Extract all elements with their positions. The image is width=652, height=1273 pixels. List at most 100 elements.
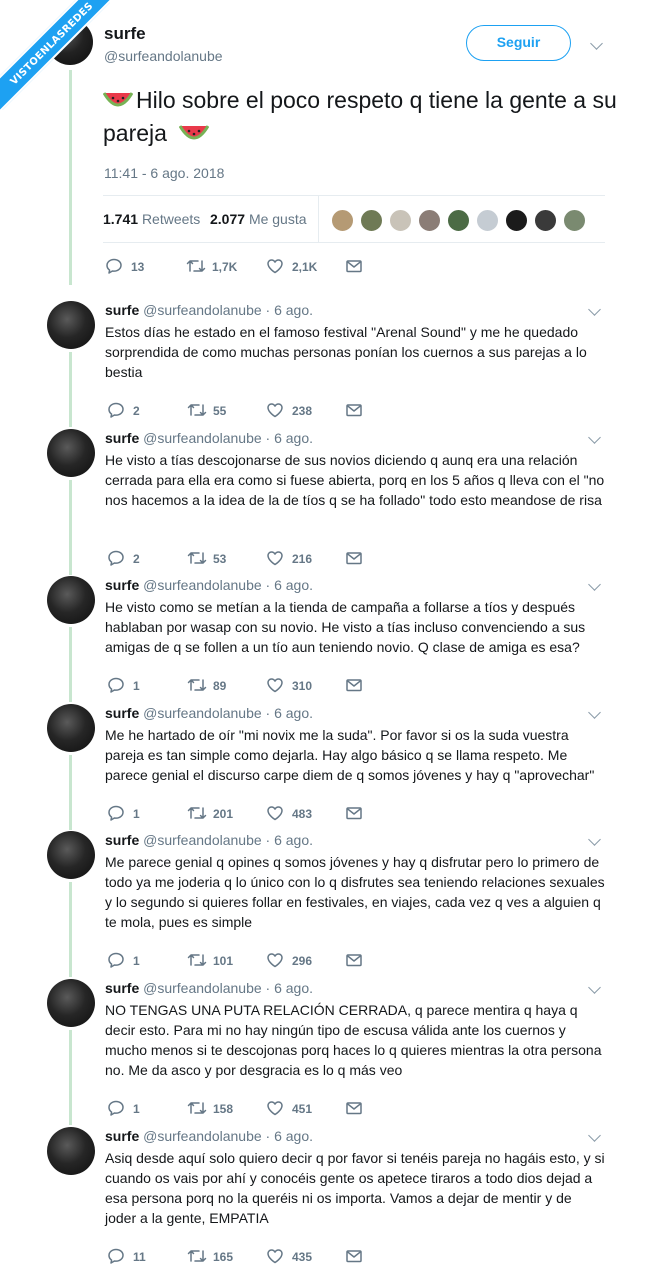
reply-icon xyxy=(106,258,122,274)
chevron-down-icon[interactable] xyxy=(588,706,601,719)
chevron-down-icon[interactable] xyxy=(588,981,601,994)
avatar[interactable] xyxy=(47,429,95,477)
envelope-icon xyxy=(346,404,362,417)
divider xyxy=(318,196,319,242)
likes-label: Me gusta xyxy=(248,211,307,227)
reply-header: surfe @surfeandolanube · 6 ago. xyxy=(105,1128,313,1144)
envelope-icon xyxy=(346,260,362,273)
reply-count: 2 xyxy=(133,404,140,418)
heart-icon xyxy=(267,403,283,418)
avatar[interactable] xyxy=(47,979,95,1027)
tweet-text: He visto a tías descojonarse de sus novi… xyxy=(105,452,605,508)
reply-count: 13 xyxy=(131,260,145,274)
retweet-icon xyxy=(187,404,207,416)
retweet-icon xyxy=(187,1250,207,1262)
like-count: 2,1K xyxy=(292,260,318,274)
thread-line xyxy=(69,882,72,977)
avatar[interactable] xyxy=(47,576,95,624)
like-count: 310 xyxy=(292,679,313,693)
reply-count: 1 xyxy=(133,679,140,693)
author-name[interactable]: surfe xyxy=(105,705,139,721)
author-meta[interactable]: @surfeandolanube · 6 ago. xyxy=(143,1128,313,1144)
retweet-icon xyxy=(187,954,207,966)
reply-icon xyxy=(108,677,124,693)
envelope-icon xyxy=(346,954,362,967)
reply-count: 1 xyxy=(133,807,140,821)
heart-icon xyxy=(267,1101,283,1116)
reply-header: surfe @surfeandolanube · 6 ago. xyxy=(105,832,313,848)
reply-count: 11 xyxy=(133,1250,146,1264)
like-count: 483 xyxy=(292,807,313,821)
author-meta[interactable]: @surfeandolanube · 6 ago. xyxy=(143,430,313,446)
avatar[interactable] xyxy=(331,209,354,232)
chevron-down-icon[interactable] xyxy=(588,431,601,444)
author-name[interactable]: surfe xyxy=(105,430,139,446)
author-name[interactable]: surfe xyxy=(105,1128,139,1144)
author-name[interactable]: surfe xyxy=(105,832,139,848)
like-count: 296 xyxy=(292,954,313,968)
avatar[interactable] xyxy=(47,1127,95,1175)
author-meta[interactable]: @surfeandolanube · 6 ago. xyxy=(143,980,313,996)
author-meta[interactable]: @surfeandolanube · 6 ago. xyxy=(143,302,313,318)
chevron-down-icon[interactable] xyxy=(588,578,601,591)
avatar[interactable] xyxy=(47,831,95,879)
avatar[interactable] xyxy=(360,209,383,232)
reply-count: 1 xyxy=(133,1102,140,1116)
like-count: 216 xyxy=(292,552,313,566)
reply-count: 2 xyxy=(133,552,140,566)
chevron-down-icon[interactable] xyxy=(588,1129,601,1142)
author-name[interactable]: surfe xyxy=(105,302,139,318)
avatar[interactable] xyxy=(389,209,412,232)
author-meta[interactable]: @surfeandolanube · 6 ago. xyxy=(143,832,313,848)
retweet-count: 165 xyxy=(213,1250,234,1264)
stats-bar: 1.741 Retweets 2.077 Me gusta xyxy=(103,195,605,243)
tweet-text: Hilo sobre el poco respeto q tiene la ge… xyxy=(103,84,623,150)
avatar[interactable] xyxy=(505,209,528,232)
avatar[interactable] xyxy=(476,209,499,232)
retweet-icon xyxy=(187,679,207,691)
reply-icon xyxy=(108,550,124,566)
tweet-text: Me parece genial q opines q somos jóvene… xyxy=(105,854,605,930)
like-count: 238 xyxy=(292,404,313,418)
chevron-down-icon[interactable] xyxy=(590,37,603,50)
author-name[interactable]: surfe xyxy=(105,980,139,996)
chevron-down-icon[interactable] xyxy=(588,303,601,316)
author-meta[interactable]: @surfeandolanube · 6 ago. xyxy=(143,577,313,593)
likes-stat[interactable]: 2.077 Me gusta xyxy=(210,211,307,227)
author-name[interactable]: surfe xyxy=(104,24,146,44)
retweet-count: 158 xyxy=(213,1102,234,1116)
author-name[interactable]: surfe xyxy=(105,577,139,593)
avatar[interactable] xyxy=(563,209,586,232)
like-count: 451 xyxy=(292,1102,313,1116)
author-handle[interactable]: @surfeandolanube xyxy=(104,48,223,64)
envelope-icon xyxy=(346,1250,362,1263)
retweet-count: 53 xyxy=(213,552,227,566)
retweet-count: 55 xyxy=(213,404,227,418)
retweet-count: 101 xyxy=(213,954,234,968)
reply-icon xyxy=(108,1248,124,1264)
thread-line xyxy=(69,480,72,575)
retweet-count: 201 xyxy=(213,807,234,821)
envelope-icon xyxy=(346,1102,362,1115)
reply-header: surfe @surfeandolanube · 6 ago. xyxy=(105,980,313,996)
follow-button[interactable]: Seguir xyxy=(466,25,571,61)
tweet-thread-page: VISTOENLASREDES surfe @surfeandolanube S… xyxy=(0,0,652,1273)
tweet-text: NO TENGAS UNA PUTA RELACIÓN CERRADA, q p… xyxy=(105,1002,602,1078)
envelope-icon xyxy=(346,807,362,820)
retweets-stat[interactable]: 1.741 Retweets xyxy=(103,211,200,227)
avatar[interactable] xyxy=(47,301,95,349)
reply-header: surfe @surfeandolanube · 6 ago. xyxy=(105,577,313,593)
tweet-text: Asiq desde aquí solo quiero decir q por … xyxy=(105,1150,605,1226)
reply-header: surfe @surfeandolanube · 6 ago. xyxy=(105,705,313,721)
avatar[interactable] xyxy=(418,209,441,232)
avatar[interactable] xyxy=(534,209,557,232)
heart-icon xyxy=(267,259,283,274)
heart-icon xyxy=(267,1249,283,1264)
avatar[interactable] xyxy=(47,704,95,752)
timestamp[interactable]: 11:41 - 6 ago. 2018 xyxy=(104,165,224,181)
retweet-count: 89 xyxy=(213,679,227,693)
chevron-down-icon[interactable] xyxy=(588,833,601,846)
avatar[interactable] xyxy=(447,209,470,232)
author-meta[interactable]: @surfeandolanube · 6 ago. xyxy=(143,705,313,721)
tweet-text: He visto como se metían a la tienda de c… xyxy=(105,599,586,655)
